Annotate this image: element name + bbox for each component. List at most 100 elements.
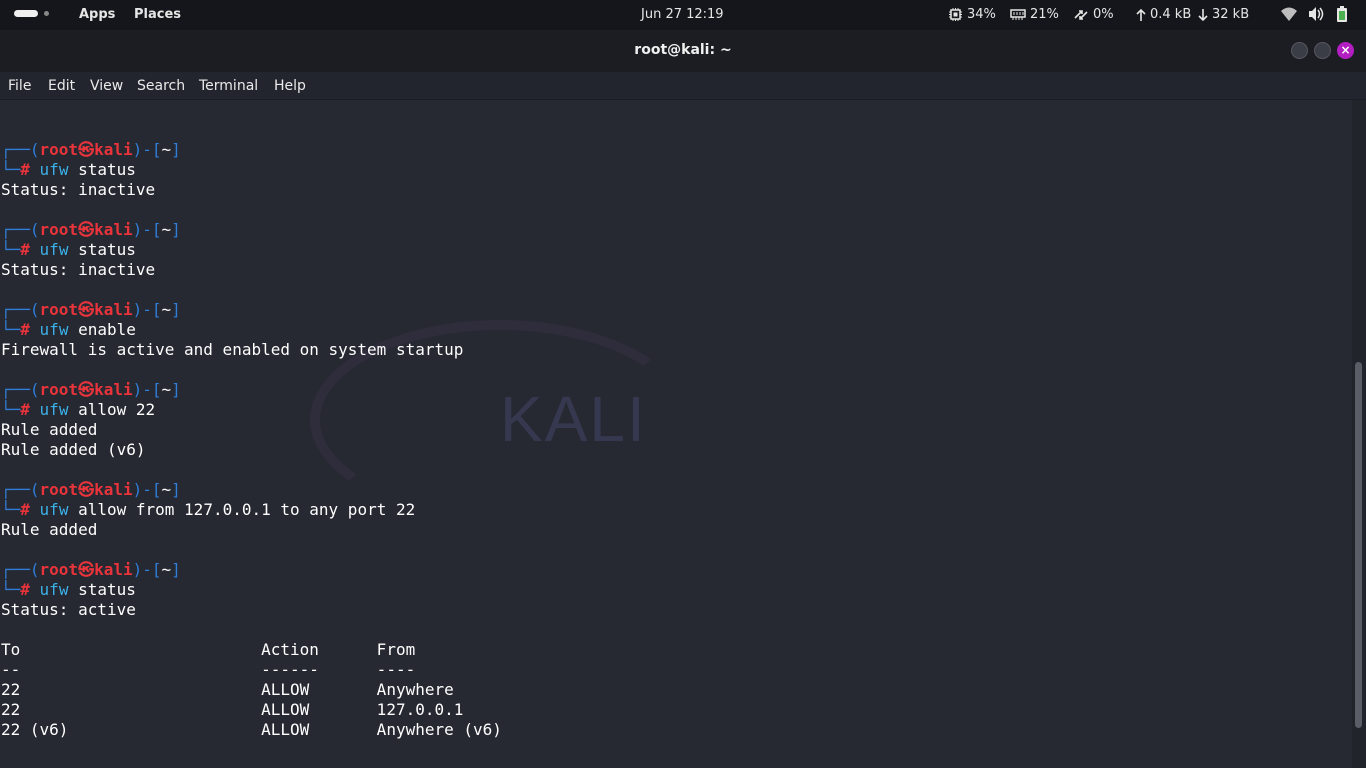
menu-terminal[interactable]: Terminal xyxy=(199,78,258,94)
prompt-frame: ] xyxy=(171,480,181,499)
prompt-frame: )-[ xyxy=(132,220,162,239)
command-name: ufw xyxy=(39,500,69,519)
prompt-host: kali xyxy=(94,380,133,399)
cpu-indicator[interactable]: 34% xyxy=(948,7,996,22)
output-line: Rule added xyxy=(1,520,98,539)
prompt-frame: └─ xyxy=(1,320,21,339)
prompt-frame: ┌──( xyxy=(1,140,40,159)
prompt-header: ┌──(root㉿kali)-[~] xyxy=(1,480,502,500)
maximize-button[interactable] xyxy=(1314,42,1331,59)
terminal-view[interactable]: KALI ┌──(root㉿kali)-[~] └─# ufw status Sta… xyxy=(0,100,1352,768)
prompt-user: root xyxy=(39,220,79,239)
prompt-separator-icon: ㉿ xyxy=(78,220,95,239)
prompt-frame: └─ xyxy=(1,160,21,179)
output-line: To Action From xyxy=(1,640,416,659)
prompt-dir: ~ xyxy=(161,560,172,579)
prompt-frame: ┌──( xyxy=(1,560,40,579)
top-panel: Apps Places Jun 27 12:19 34% 21% 0% 0.4 … xyxy=(0,0,1366,30)
places-menu[interactable]: Places xyxy=(134,7,181,22)
command-args: allow from 127.0.0.1 to any port 22 xyxy=(68,500,416,519)
prompt-frame: ] xyxy=(171,380,181,399)
prompt-frame: ┌──( xyxy=(1,380,40,399)
prompt-symbol: # xyxy=(20,580,30,599)
wifi-icon[interactable] xyxy=(1280,6,1298,22)
output-line: Status: inactive xyxy=(1,260,156,279)
prompt-user: root xyxy=(39,140,79,159)
prompt-symbol: # xyxy=(20,320,30,339)
prompt-frame: └─ xyxy=(1,500,21,519)
prompt-separator-icon: ㉿ xyxy=(78,380,95,399)
memory-value: 21% xyxy=(1030,7,1059,22)
arrow-down-icon xyxy=(1198,8,1208,21)
prompt-frame: ┌──( xyxy=(1,300,40,319)
minimize-button[interactable] xyxy=(1291,42,1308,59)
prompt-header: ┌──(root㉿kali)-[~] xyxy=(1,380,502,400)
command-line: └─# ufw enable xyxy=(1,320,502,340)
output-line: 22 ALLOW 127.0.0.1 xyxy=(1,700,464,719)
download-value: 32 kB xyxy=(1212,7,1250,22)
menu-file[interactable]: File xyxy=(8,78,31,94)
command-line: └─# ufw allow from 127.0.0.1 to any port… xyxy=(1,500,502,520)
menu-help[interactable]: Help xyxy=(274,78,306,94)
prompt-host: kali xyxy=(94,140,133,159)
scrollbar-thumb[interactable] xyxy=(1355,362,1362,728)
prompt-host: kali xyxy=(94,480,133,499)
prompt-host: kali xyxy=(94,220,133,239)
window-title: root@kali: ~ xyxy=(634,42,732,58)
upload-value: 0.4 kB xyxy=(1150,7,1192,22)
output-line: Rule added xyxy=(1,420,98,439)
volume-icon[interactable] xyxy=(1307,6,1325,22)
battery-icon[interactable] xyxy=(1336,6,1348,23)
prompt-symbol: # xyxy=(20,400,30,419)
prompt-host: kali xyxy=(94,560,133,579)
command-args: status xyxy=(68,580,136,599)
prompt-frame: ] xyxy=(171,140,181,159)
command-args: enable xyxy=(68,320,136,339)
menu-edit[interactable]: Edit xyxy=(48,78,75,94)
command-line: └─# ufw allow 22 xyxy=(1,400,502,420)
output-line: Firewall is active and enabled on system… xyxy=(1,340,464,359)
swap-indicator[interactable]: 0% xyxy=(1073,7,1114,22)
swap-value: 0% xyxy=(1093,7,1114,22)
prompt-user: root xyxy=(39,480,79,499)
prompt-frame: └─ xyxy=(1,400,21,419)
command-args: status xyxy=(68,240,136,259)
window-titlebar[interactable]: root@kali: ~ × xyxy=(0,30,1366,72)
prompt-separator-icon: ㉿ xyxy=(78,480,95,499)
prompt-frame: )-[ xyxy=(132,300,162,319)
close-button[interactable]: × xyxy=(1337,42,1354,59)
prompt-separator-icon: ㉿ xyxy=(78,560,95,579)
apps-menu[interactable]: Apps xyxy=(79,7,115,22)
prompt-symbol: # xyxy=(20,240,30,259)
cpu-value: 34% xyxy=(967,7,996,22)
prompt-frame: └─ xyxy=(1,580,21,599)
prompt-user: root xyxy=(39,380,79,399)
command-name: ufw xyxy=(39,160,69,179)
command-args: status xyxy=(68,160,136,179)
prompt-header: ┌──(root㉿kali)-[~] xyxy=(1,300,502,320)
prompt-frame: ] xyxy=(171,300,181,319)
menu-search[interactable]: Search xyxy=(137,78,185,94)
prompt-header: ┌──(root㉿kali)-[~] xyxy=(1,140,502,160)
prompt-separator-icon: ㉿ xyxy=(78,140,95,159)
upload-indicator[interactable]: 0.4 kB xyxy=(1136,7,1191,22)
prompt-frame: )-[ xyxy=(132,480,162,499)
command-name: ufw xyxy=(39,320,69,339)
output-line: 22 (v6) ALLOW Anywhere (v6) xyxy=(1,720,502,739)
memory-indicator[interactable]: 21% xyxy=(1010,7,1059,22)
prompt-header: ┌──(root㉿kali)-[~] xyxy=(1,220,502,240)
prompt-frame: ] xyxy=(171,220,181,239)
swap-icon xyxy=(1074,9,1088,20)
prompt-host: kali xyxy=(94,300,133,319)
activities-indicator[interactable] xyxy=(14,10,49,17)
download-indicator[interactable]: 32 kB xyxy=(1198,7,1249,22)
output-line: 22 ALLOW Anywhere xyxy=(1,680,454,699)
command-name: ufw xyxy=(39,580,69,599)
prompt-symbol: # xyxy=(20,500,30,519)
menu-view[interactable]: View xyxy=(90,78,123,94)
command-name: ufw xyxy=(39,400,69,419)
clock[interactable]: Jun 27 12:19 xyxy=(641,7,724,22)
